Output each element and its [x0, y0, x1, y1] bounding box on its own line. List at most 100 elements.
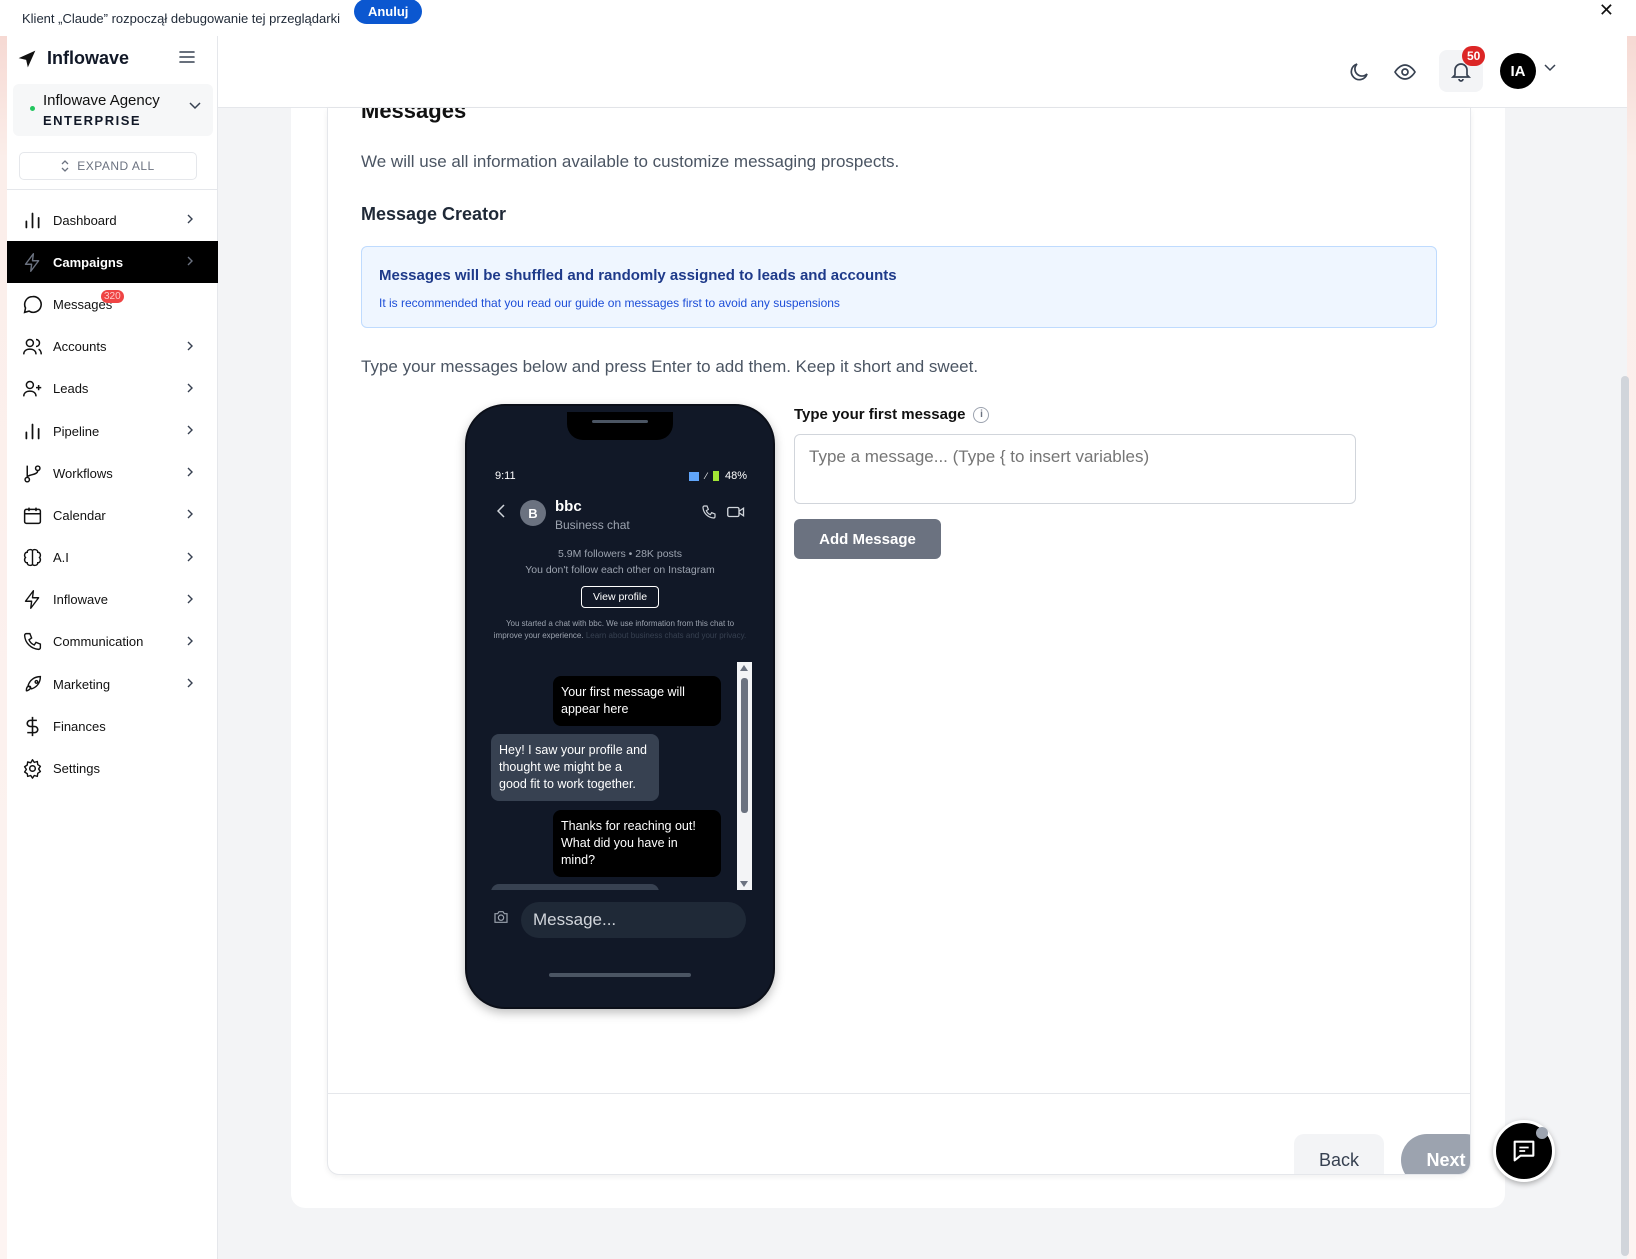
expand-all-button[interactable]: EXPAND ALL	[19, 152, 197, 180]
org-name: Inflowave Agency	[43, 92, 160, 109]
home-indicator	[549, 973, 691, 977]
scroll-down-arrow[interactable]	[740, 881, 748, 887]
organization-switcher[interactable]: Inflowave Agency ENTERPRISE	[13, 84, 213, 136]
chat-bubble-icon	[21, 293, 43, 315]
top-bar: 50 IA	[218, 36, 1627, 108]
close-icon[interactable]: ✕	[1599, 0, 1614, 21]
chevron-down-icon	[189, 102, 201, 110]
incoming-message	[491, 884, 659, 890]
eye-icon[interactable]	[1393, 60, 1417, 84]
online-status-dot	[30, 106, 35, 111]
sidebar-item-marketing[interactable]: Marketing	[7, 663, 218, 705]
scroll-up-arrow[interactable]	[740, 665, 748, 671]
battery-level: 48%	[724, 470, 747, 482]
phone-status: ⁄ 48%	[689, 470, 747, 482]
battery-icon	[712, 471, 719, 481]
sidebar-item-workflows[interactable]: Workflows	[7, 452, 218, 494]
sidebar-item-settings[interactable]: Settings	[7, 747, 218, 789]
chevron-right-icon	[187, 341, 193, 351]
chevron-right-icon	[187, 256, 193, 266]
wifi-icon: ⁄	[705, 471, 707, 481]
chat-scrollbar[interactable]	[737, 662, 752, 890]
first-message-label: Type your first message i	[794, 406, 990, 423]
bar-chart-icon	[21, 420, 43, 442]
phone-icon[interactable]	[701, 504, 717, 520]
bar-chart-icon	[21, 209, 43, 231]
sidebar-item-ai[interactable]: A.I	[7, 537, 218, 579]
contact-subtitle: Business chat	[555, 518, 630, 532]
chat-disclaimer: You started a chat with bbc. We use info…	[491, 618, 749, 642]
brand-name: Inflowave	[47, 48, 130, 68]
cancel-debug-button[interactable]: Anuluj	[353, 0, 423, 24]
brain-icon	[21, 547, 43, 569]
user-plus-icon	[21, 378, 43, 400]
support-chat-button[interactable]	[1493, 1120, 1555, 1182]
calendar-icon	[21, 504, 43, 526]
sidebar-item-label: Leads	[53, 381, 89, 397]
sidebar-item-label: Dashboard	[53, 212, 117, 228]
next-button[interactable]: Next	[1401, 1134, 1470, 1174]
back-arrow-icon[interactable]	[497, 504, 505, 518]
video-icon[interactable]	[727, 505, 745, 519]
chevron-right-icon	[187, 636, 193, 646]
sidebar-item-finances[interactable]: Finances	[7, 705, 218, 747]
contact-name: bbc	[555, 498, 582, 515]
info-alert: Messages will be shuffled and randomly a…	[361, 246, 1437, 328]
sidebar-item-communication[interactable]: Communication	[7, 621, 218, 663]
browser-frame: Inflowave Inflowave Agency ENTERPRISE EX…	[0, 36, 1636, 1259]
lightning-icon	[21, 251, 43, 273]
add-message-button[interactable]: Add Message	[794, 519, 941, 559]
status-dot	[1536, 1127, 1548, 1139]
chat-icon	[1513, 1140, 1535, 1162]
view-profile-button[interactable]: View profile	[581, 586, 659, 608]
outgoing-message: Your first message will appear here	[553, 676, 721, 726]
info-alert-text: It is recommended that you read our guid…	[379, 296, 840, 310]
rocket-icon	[21, 673, 43, 695]
phone-notch	[567, 412, 673, 440]
lightning-icon	[21, 589, 43, 611]
divider	[328, 1093, 1470, 1094]
divider	[7, 189, 218, 190]
section-title: Messages	[361, 108, 467, 123]
sidebar-item-label: Communication	[53, 634, 144, 650]
camera-icon[interactable]	[493, 910, 509, 924]
sidebar-item-dashboard[interactable]: Dashboard	[7, 199, 218, 241]
contact-avatar: B	[520, 500, 546, 526]
first-message-input[interactable]	[794, 434, 1356, 504]
sidebar-item-label: Inflowave	[53, 592, 108, 608]
sidebar-item-accounts[interactable]: Accounts	[7, 326, 218, 368]
brand[interactable]: Inflowave	[17, 48, 129, 69]
avatar[interactable]: IA	[1500, 53, 1536, 89]
message-creator-card: Messages We will use all information ava…	[327, 108, 1471, 1175]
sidebar-item-label: Calendar	[53, 507, 106, 523]
sidebar-item-label: Marketing	[53, 676, 111, 692]
app: Inflowave Inflowave Agency ENTERPRISE EX…	[7, 36, 1627, 1259]
disclaimer-link[interactable]: Learn about business chats and your priv…	[586, 631, 746, 640]
chevron-right-icon	[187, 509, 193, 519]
sidebar-item-inflowave[interactable]: Inflowave	[7, 579, 218, 621]
sidebar-item-label: Finances	[53, 718, 106, 734]
page-scrollbar[interactable]	[1621, 376, 1629, 1256]
expand-all-label: EXPAND ALL	[77, 159, 155, 173]
sidebar-item-calendar[interactable]: Calendar	[7, 494, 218, 536]
info-icon[interactable]: i	[973, 406, 990, 423]
back-button[interactable]: Back	[1294, 1134, 1384, 1174]
chevron-right-icon	[187, 214, 193, 224]
message-creator-title: Message Creator	[361, 204, 507, 224]
sidebar-item-label: Accounts	[53, 339, 107, 355]
instructions-text: Type your messages below and press Enter…	[361, 357, 979, 376]
paper-plane-icon	[18, 50, 36, 67]
hamburger-menu-icon[interactable]	[179, 50, 195, 64]
sidebar-item-messages[interactable]: Messages 320	[7, 283, 218, 325]
sidebar-item-leads[interactable]: Leads	[7, 368, 218, 410]
outgoing-message: Thanks for reaching out! What did you ha…	[553, 810, 721, 877]
phone-message-input[interactable]: Message...	[521, 902, 746, 938]
sidebar-item-pipeline[interactable]: Pipeline	[7, 410, 218, 452]
unread-badge: 320	[101, 290, 124, 304]
org-tier: ENTERPRISE	[43, 113, 142, 128]
scrollbar-thumb[interactable]	[741, 678, 748, 813]
moon-icon[interactable]	[1347, 60, 1371, 84]
notification-count-badge: 50	[1462, 46, 1486, 66]
sidebar-item-campaigns[interactable]: Campaigns	[7, 241, 218, 284]
chevron-down-icon[interactable]	[1544, 64, 1556, 72]
